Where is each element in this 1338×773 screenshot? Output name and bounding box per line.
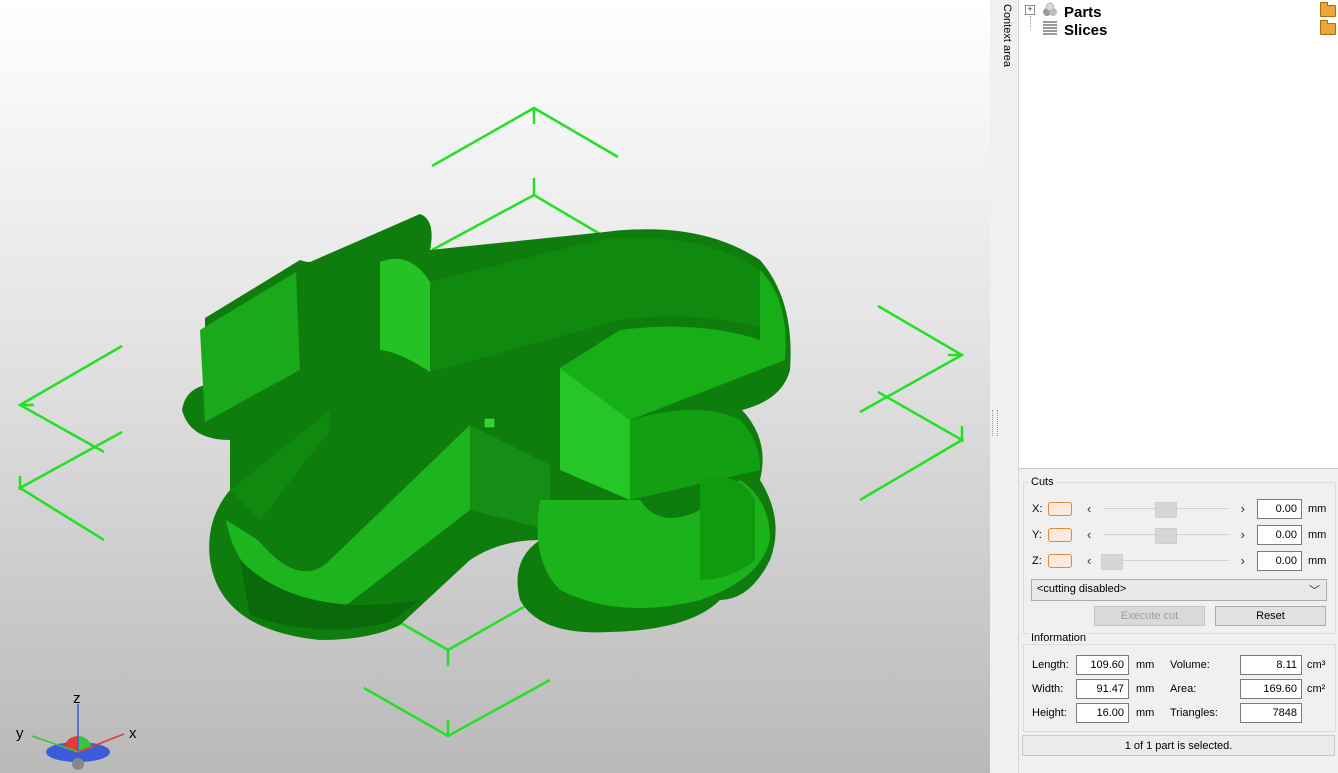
tree-item-label: Parts — [1064, 4, 1102, 21]
cut-x-toggle[interactable] — [1048, 502, 1072, 516]
context-area-label: Context area — [1001, 4, 1013, 67]
width-value: 91.47 — [1076, 679, 1129, 699]
cut-x-label: X: — [1032, 503, 1043, 515]
chevron-left-icon[interactable]: ‹ — [1087, 501, 1091, 516]
reset-button[interactable]: Reset — [1215, 606, 1326, 626]
volume-label: Volume: — [1170, 659, 1210, 671]
triangles-label: Triangles: — [1170, 707, 1218, 719]
area-unit: cm² — [1307, 683, 1326, 695]
cut-mode-value: <cutting disabled> — [1037, 583, 1127, 595]
height-label: Height: — [1032, 707, 1067, 719]
chevron-right-icon[interactable]: › — [1241, 553, 1245, 568]
length-unit: mm — [1136, 659, 1155, 671]
length-label: Length: — [1032, 659, 1069, 671]
chevron-left-icon[interactable]: ‹ — [1087, 553, 1091, 568]
scene-svg — [17, 106, 965, 738]
axis-label-x: x — [129, 725, 137, 742]
information-title: Information — [1029, 632, 1089, 644]
slider-thumb[interactable] — [1155, 528, 1177, 544]
triangles-value: 7848 — [1240, 703, 1302, 723]
tree-item-slices[interactable]: Slices — [1019, 20, 1338, 39]
height-value: 16.00 — [1076, 703, 1129, 723]
cut-z-slider[interactable]: ‹ › — [1085, 553, 1247, 570]
axis-label-z: z — [73, 690, 81, 707]
folder-open-icon[interactable] — [1320, 20, 1336, 35]
folder-open-icon[interactable] — [1320, 2, 1336, 17]
cut-x-unit: mm — [1308, 503, 1327, 515]
tree-item-parts[interactable]: + Parts — [1019, 2, 1338, 30]
tree-view[interactable]: + Parts Slices — [1019, 0, 1338, 469]
orientation-gizmo: z x y — [14, 690, 144, 773]
volume-value: 8.11 — [1240, 655, 1302, 675]
cut-z-label: Z: — [1032, 555, 1042, 567]
cut-x-value[interactable]: 0.00 — [1257, 499, 1302, 519]
cut-x-slider[interactable]: ‹ › — [1085, 501, 1247, 518]
expand-icon[interactable]: + — [1025, 5, 1035, 15]
cut-mode-select[interactable]: <cutting disabled> ﹀ — [1031, 579, 1327, 601]
cuts-title: Cuts — [1029, 476, 1056, 488]
cut-y-label: Y: — [1032, 529, 1042, 541]
width-unit: mm — [1136, 683, 1155, 695]
length-value: 109.60 — [1076, 655, 1129, 675]
chevron-right-icon[interactable]: › — [1241, 527, 1245, 542]
slider-thumb[interactable] — [1101, 554, 1123, 570]
tree-item-label: Slices — [1064, 22, 1108, 39]
properties-panel: Cuts X: ‹ › 0.00 mm Y: ‹ › 0.00 mm Z: ‹ … — [1019, 469, 1338, 773]
chevron-left-icon[interactable]: ‹ — [1087, 527, 1091, 542]
axis-label-y: y — [16, 725, 24, 742]
cut-z-unit: mm — [1308, 555, 1327, 567]
slices-icon — [1043, 21, 1057, 35]
3d-viewport[interactable]: z x y — [0, 0, 990, 773]
execute-cut-button[interactable]: Execute cut — [1094, 606, 1205, 626]
cut-y-slider[interactable]: ‹ › — [1085, 527, 1247, 544]
height-unit: mm — [1136, 707, 1155, 719]
area-value: 169.60 — [1240, 679, 1302, 699]
cut-y-toggle[interactable] — [1048, 528, 1072, 542]
cut-z-value[interactable]: 0.00 — [1257, 551, 1302, 571]
chevron-down-icon: ﹀ — [1309, 585, 1320, 597]
cut-z-toggle[interactable] — [1048, 554, 1072, 568]
cut-y-unit: mm — [1308, 529, 1327, 541]
cookie-cutter-model[interactable] — [182, 214, 791, 640]
splitter-handle[interactable] — [992, 410, 998, 436]
slider-thumb[interactable] — [1155, 502, 1177, 518]
width-label: Width: — [1032, 683, 1064, 695]
parts-icon — [1043, 2, 1057, 16]
selection-status: 1 of 1 part is selected. — [1022, 735, 1335, 756]
cut-y-value[interactable]: 0.00 — [1257, 525, 1302, 545]
context-area-strip — [990, 0, 1019, 773]
area-label: Area: — [1170, 683, 1197, 695]
volume-unit: cm³ — [1307, 659, 1326, 671]
chevron-right-icon[interactable]: › — [1241, 501, 1245, 516]
